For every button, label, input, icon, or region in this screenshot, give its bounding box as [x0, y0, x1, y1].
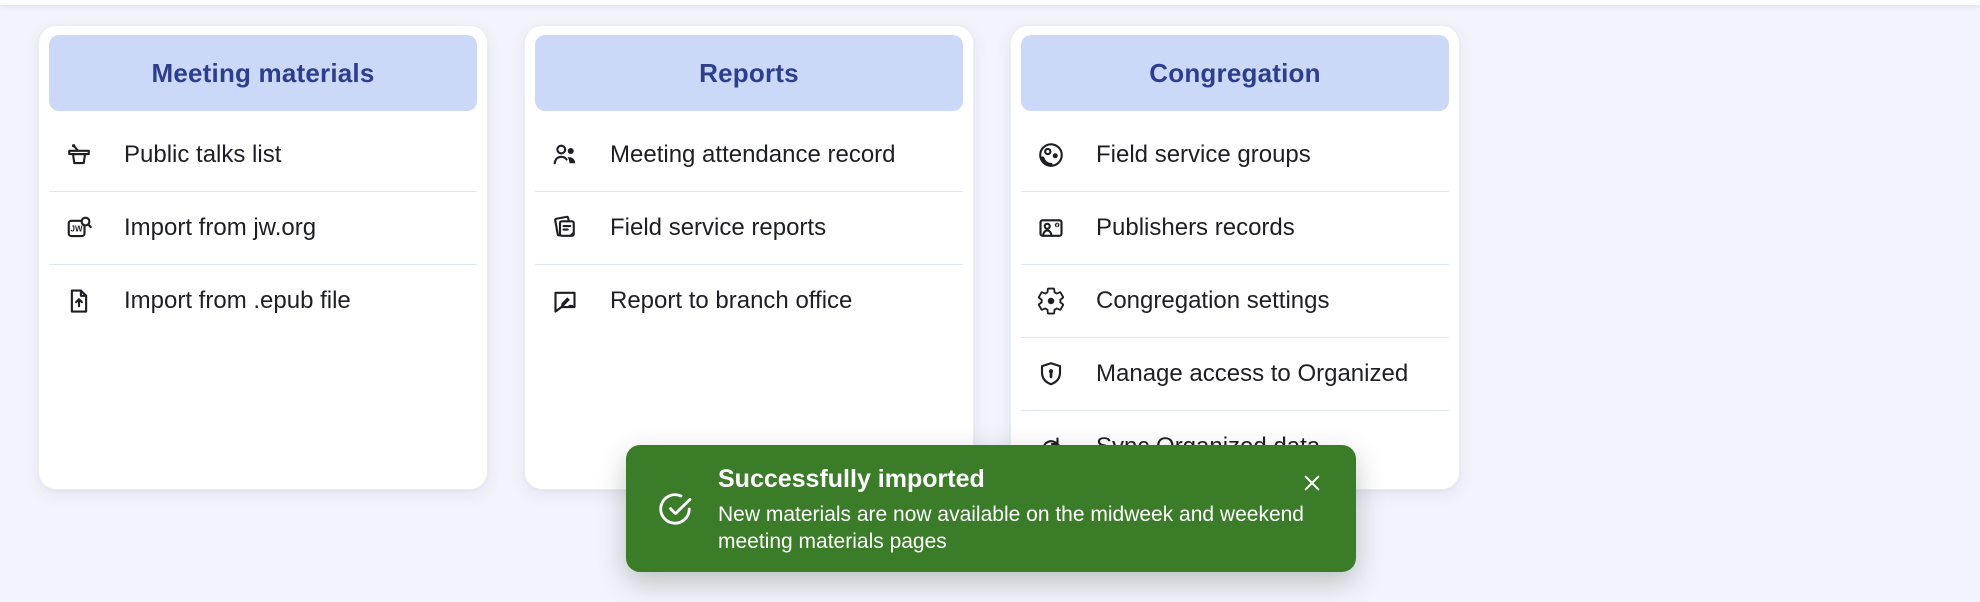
menu-item-report-to-branch-office[interactable]: Report to branch office — [535, 264, 963, 337]
toast-message-line: meeting materials pages — [718, 528, 1326, 555]
card-title: Congregation — [1149, 58, 1320, 89]
toast-text: Successfully imported New materials are … — [718, 463, 1326, 555]
people-icon — [550, 140, 580, 170]
id-card-icon — [1036, 213, 1066, 243]
toast-message-line: New materials are now available on the m… — [718, 501, 1326, 528]
menu-list: Public talks list JW Import from jw.org — [49, 119, 477, 337]
card-reports: Reports Meeting attendance record — [524, 25, 974, 490]
menu-item-label: Report to branch office — [610, 287, 852, 315]
menu-item-field-service-reports[interactable]: Field service reports — [535, 191, 963, 264]
card-header-meeting-materials: Meeting materials — [49, 35, 477, 111]
card-title: Meeting materials — [151, 58, 374, 89]
menu-item-label: Manage access to Organized — [1096, 360, 1408, 388]
dashboard-cards: Meeting materials Public talks list — [38, 25, 1460, 490]
menu-list: Meeting attendance record Field service … — [535, 119, 963, 337]
check-circle-icon — [656, 490, 694, 528]
svg-text:JW: JW — [71, 225, 83, 234]
shield-lock-icon — [1036, 359, 1066, 389]
menu-item-import-epub[interactable]: Import from .epub file — [49, 264, 477, 337]
documents-stack-icon — [550, 213, 580, 243]
file-upload-icon — [64, 286, 94, 316]
jw-org-document-search-icon: JW — [64, 213, 94, 243]
card-meeting-materials: Meeting materials Public talks list — [38, 25, 488, 490]
close-icon[interactable] — [1298, 469, 1326, 497]
menu-item-public-talks-list[interactable]: Public talks list — [49, 119, 477, 191]
card-header-reports: Reports — [535, 35, 963, 111]
message-pen-icon — [550, 286, 580, 316]
menu-item-label: Import from .epub file — [124, 287, 351, 315]
menu-item-label: Publishers records — [1096, 214, 1295, 242]
menu-item-label: Field service groups — [1096, 141, 1311, 169]
card-header-congregation: Congregation — [1021, 35, 1449, 111]
toast-title: Successfully imported — [718, 465, 1326, 493]
menu-item-label: Public talks list — [124, 141, 281, 169]
menu-item-label: Import from jw.org — [124, 214, 316, 242]
menu-item-label: Meeting attendance record — [610, 141, 896, 169]
menu-item-label: Congregation settings — [1096, 287, 1329, 315]
menu-item-field-service-groups[interactable]: Field service groups — [1021, 119, 1449, 191]
group-circle-icon — [1036, 140, 1066, 170]
menu-item-import-jw-org[interactable]: JW Import from jw.org — [49, 191, 477, 264]
card-title: Reports — [699, 58, 799, 89]
menu-item-label: Field service reports — [610, 214, 826, 242]
menu-item-manage-access-organized[interactable]: Manage access to Organized — [1021, 337, 1449, 410]
toast-success: Successfully imported New materials are … — [626, 445, 1356, 572]
card-congregation: Congregation Field service groups — [1010, 25, 1460, 490]
menu-list: Field service groups Publishers records — [1021, 119, 1449, 483]
menu-item-meeting-attendance-record[interactable]: Meeting attendance record — [535, 119, 963, 191]
gear-icon — [1036, 286, 1066, 316]
topbar-bottom-edge — [0, 0, 1980, 5]
menu-item-congregation-settings[interactable]: Congregation settings — [1021, 264, 1449, 337]
page: Meeting materials Public talks list — [0, 0, 1980, 602]
lectern-icon — [64, 140, 94, 170]
menu-item-publishers-records[interactable]: Publishers records — [1021, 191, 1449, 264]
